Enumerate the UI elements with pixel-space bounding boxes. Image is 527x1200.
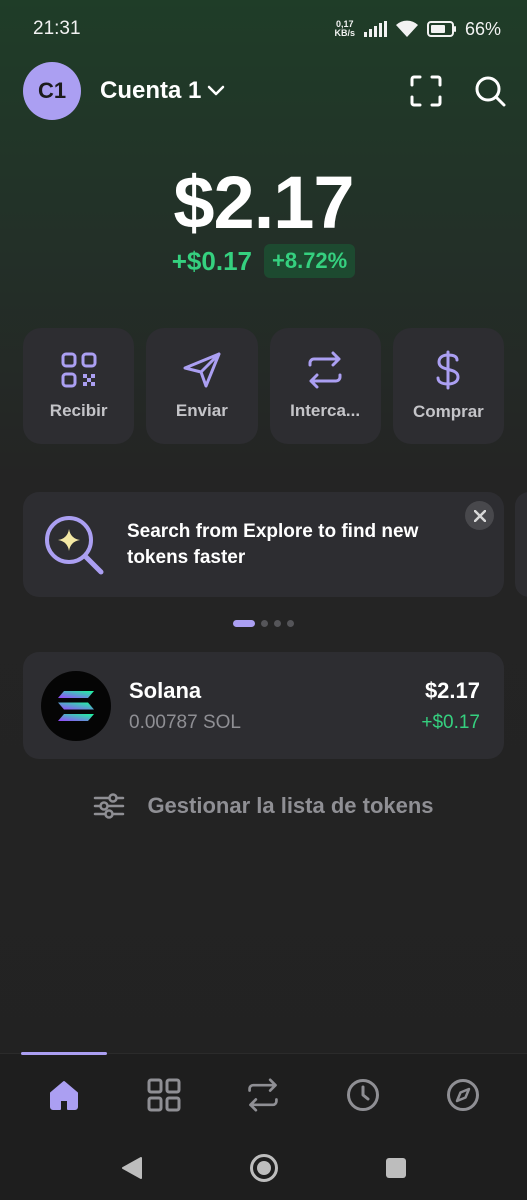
carousel-indicator — [0, 620, 527, 627]
close-icon — [473, 509, 486, 522]
header-actions — [408, 73, 508, 109]
dollar-icon — [436, 350, 460, 390]
account-name: Cuenta 1 — [100, 77, 202, 104]
manage-tokens-button[interactable]: Gestionar la lista de tokens — [0, 786, 527, 826]
scan-icon — [410, 75, 442, 107]
account-selector[interactable]: Cuenta 1 — [100, 77, 225, 105]
system-recents-button[interactable] — [376, 1148, 416, 1188]
clock-icon — [347, 1078, 380, 1111]
bottom-nav — [0, 1052, 527, 1135]
battery-icon — [426, 21, 456, 37]
status-icons: 0,17 KB/s 66% — [334, 19, 501, 40]
receive-button[interactable]: Recibir — [23, 328, 135, 444]
network-speed: 0,17 KB/s — [334, 20, 355, 38]
token-name: Solana — [129, 677, 202, 703]
status-time: 21:31 — [33, 18, 81, 39]
network-speed-unit: KB/s — [334, 28, 355, 38]
carousel-dot — [274, 620, 281, 627]
receive-label: Recibir — [49, 401, 108, 420]
promo-text: Search from Explore to find new tokens f… — [127, 520, 419, 568]
explore-promo-card[interactable]: Search from Explore to find new tokens f… — [23, 492, 504, 597]
swap-icon — [248, 1077, 279, 1112]
token-info: Solana 0.00787 SOL — [129, 678, 241, 734]
change-amount: +$0.17 — [171, 245, 252, 276]
balance-change: +$0.17 +8.72% — [0, 244, 527, 278]
nav-activity[interactable] — [333, 1065, 393, 1125]
sliders-icon — [94, 793, 125, 819]
swap-icon — [308, 351, 342, 389]
search-sparkle-icon — [45, 515, 104, 574]
search-icon — [475, 76, 506, 107]
buy-button[interactable]: Comprar — [392, 328, 504, 444]
token-amount: 0.00787 SOL — [129, 711, 241, 733]
carousel-dot — [287, 620, 294, 627]
home-icon — [49, 1080, 78, 1110]
avatar[interactable]: C1 — [23, 62, 81, 120]
search-button[interactable] — [472, 73, 508, 109]
nav-collectibles[interactable] — [134, 1065, 194, 1125]
total-balance: $2.17 — [173, 161, 354, 244]
qr-code-icon — [61, 352, 97, 388]
token-values: $2.17 +$0.17 — [421, 678, 480, 734]
swap-label: Interca... — [290, 401, 361, 420]
send-icon — [183, 352, 221, 388]
recents-square-icon — [385, 1157, 406, 1178]
manage-tokens-label: Gestionar la lista de tokens — [147, 793, 434, 818]
send-label: Enviar — [175, 401, 228, 420]
change-percent-badge: +8.72% — [264, 244, 356, 278]
token-row-solana[interactable]: Solana 0.00787 SOL $2.17 +$0.17 — [23, 652, 504, 759]
header: C1 Cuenta 1 — [23, 62, 508, 120]
nav-active-indicator — [21, 1052, 107, 1055]
token-value: $2.17 — [424, 677, 480, 703]
buy-label: Comprar — [412, 402, 484, 421]
scan-button[interactable] — [408, 73, 444, 109]
grid-icon — [147, 1078, 181, 1111]
next-promo-card[interactable] — [515, 492, 527, 597]
quick-actions: Recibir Enviar Interca... Comprar — [23, 328, 504, 444]
nav-explore[interactable] — [433, 1065, 493, 1125]
system-nav-bar — [0, 1135, 527, 1200]
chevron-down-icon — [208, 85, 225, 96]
send-button[interactable]: Enviar — [146, 328, 258, 444]
back-triangle-icon — [121, 1156, 142, 1179]
carousel-dot-active — [233, 620, 255, 627]
status-bar: 21:31 0,17 KB/s 66% — [0, 0, 527, 58]
swap-button[interactable]: Interca... — [269, 328, 381, 444]
wifi-icon — [395, 20, 418, 37]
home-circle-icon — [249, 1153, 278, 1182]
solana-logo-icon — [41, 670, 111, 741]
token-change: +$0.17 — [421, 711, 480, 733]
promo-close-button[interactable] — [465, 501, 494, 530]
nav-home[interactable] — [34, 1065, 94, 1125]
nav-swap[interactable] — [233, 1065, 293, 1125]
carousel-dot — [261, 620, 268, 627]
battery-percent: 66% — [464, 18, 501, 39]
compass-icon — [447, 1078, 480, 1111]
system-home-button[interactable] — [244, 1148, 284, 1188]
system-back-button[interactable] — [112, 1148, 152, 1188]
signal-icon — [363, 21, 387, 37]
